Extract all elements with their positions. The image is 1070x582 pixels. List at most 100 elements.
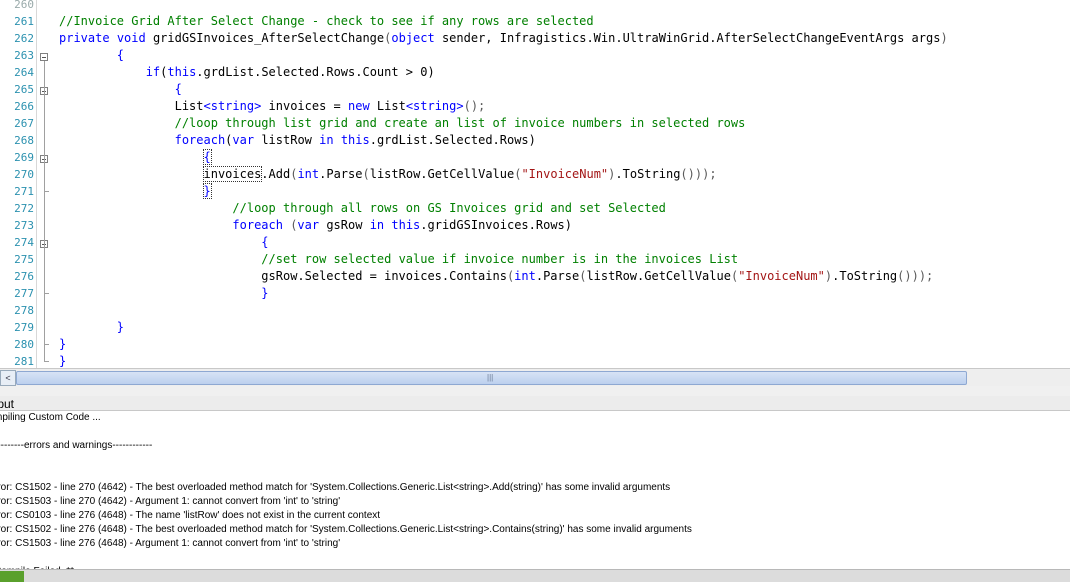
horizontal-scrollbar[interactable]: < ||| [0,368,1070,386]
output-line: ---------errors and warnings------------ [0,440,153,451]
code-line[interactable]: { [59,234,269,251]
code-token: sender, Infragistics.Win.UltraWinGrid.Af… [434,31,941,45]
code-token: .ToString [832,269,898,283]
code-line[interactable]: gsRow.Selected = invoices.Contains(int.P… [59,268,933,285]
code-token: invoices = [261,99,348,113]
line-number: 260 [14,0,34,11]
line-number: 272 [14,202,34,215]
line-number: 278 [14,304,34,317]
code-line[interactable]: invoices.Add(int.Parse(listRow.GetCellVa… [59,166,717,183]
code-line[interactable]: //loop through list grid and create an l… [59,115,746,132]
code-token: gsRow.Selected = invoices.Contains [59,269,507,283]
fold-end-marker [44,344,49,345]
output-line: rror: CS1503 - line 276 (4648) - Argumen… [0,538,341,549]
code-token: { [174,82,182,96]
code-token: <string> [203,99,262,113]
output-panel-header: tput [0,396,1070,411]
line-number: 277 [14,287,34,300]
code-token: gsRow [319,218,370,232]
code-line[interactable]: } [59,285,269,302]
status-indicator [0,571,24,582]
code-token: .grdList.Selected.Rows.Count > 0) [196,65,435,79]
code-token: .grdList.Selected.Rows) [369,133,536,147]
code-token: ) [940,31,948,45]
code-token: new [348,99,370,113]
code-token: //loop through list grid and create an l… [174,116,746,130]
line-number: 281 [14,355,34,368]
code-token: foreach [232,218,283,232]
code-token: ())); [897,269,934,283]
code-token: ( [362,167,370,181]
line-number: 275 [14,253,34,266]
line-number: 261 [14,15,34,28]
code-line[interactable]: } [59,353,66,368]
code-token: (); [463,99,486,113]
fold-end-marker [44,361,49,362]
line-number: 265 [14,83,34,96]
code-token: "InvoiceNum" [521,167,609,181]
code-line[interactable]: if(this.grdList.Selected.Rows.Count > 0) [59,64,435,81]
code-token: } [261,286,269,300]
code-token: private [59,31,110,45]
line-number: 273 [14,219,34,232]
line-number: 276 [14,270,34,283]
code-token: { [261,235,269,249]
collapse-icon[interactable] [40,53,48,61]
code-line[interactable]: foreach(var listRow in this.grdList.Sele… [59,132,536,149]
code-line[interactable]: { [59,47,124,64]
status-bar [0,569,1070,582]
output-line: rror: CS0103 - line 276 (4648) - The nam… [0,510,381,521]
code-line[interactable]: } [59,183,212,200]
code-line[interactable]: //Invoice Grid After Select Change - che… [59,13,594,30]
code-line[interactable]: { [59,149,212,166]
output-line: rror: CS1502 - line 276 (4648) - The bes… [0,524,692,535]
code-line[interactable]: } [59,336,66,353]
code-token: int [297,167,320,181]
code-token: if [145,65,161,79]
line-number: 264 [14,66,34,79]
code-token: in [369,218,385,232]
output-panel-title: tput [0,397,15,411]
scrollbar-thumb[interactable]: ||| [16,371,967,385]
code-token: } [202,183,212,199]
code-token: } [59,354,67,368]
code-line[interactable]: private void gridGSInvoices_AfterSelectC… [59,30,948,47]
code-token: int [514,269,536,283]
output-line: rror: CS1502 - line 270 (4642) - The bes… [0,482,671,493]
code-line[interactable]: foreach (var gsRow in this.gridGSInvoice… [59,217,572,234]
code-line[interactable]: { [59,81,182,98]
code-token: this [167,65,197,79]
line-number: 271 [14,185,34,198]
code-token: .gridGSInvoices.Rows) [420,218,572,232]
code-line[interactable]: //set row selected value if invoice numb… [59,251,738,268]
code-token: List [59,99,204,113]
scroll-left-arrow-icon[interactable]: < [0,370,16,386]
code-editor[interactable]: 260 261 262 263 264 265 266 267 268 269 270 271 272 2… [0,0,1070,368]
code-line[interactable]: List<string> invoices = new List<string>… [59,98,486,115]
line-number: 268 [14,134,34,147]
code-token: } [116,320,125,334]
fold-end-marker [44,293,49,294]
code-line[interactable]: //loop through all rows on GS Invoices g… [59,200,666,217]
code-token: } [59,337,67,351]
code-token: <string> [405,99,464,113]
code-token: //loop through all rows on GS Invoices g… [232,201,666,215]
line-number: 274 [14,236,34,249]
code-line[interactable]: } [59,319,124,336]
line-number: 267 [14,117,34,130]
output-line: mpiling Custom Code ... [0,412,101,423]
code-token: listRow.GetCellValue [369,167,515,181]
code-token: gridGSInvoices_AfterSelectChange [145,31,385,45]
